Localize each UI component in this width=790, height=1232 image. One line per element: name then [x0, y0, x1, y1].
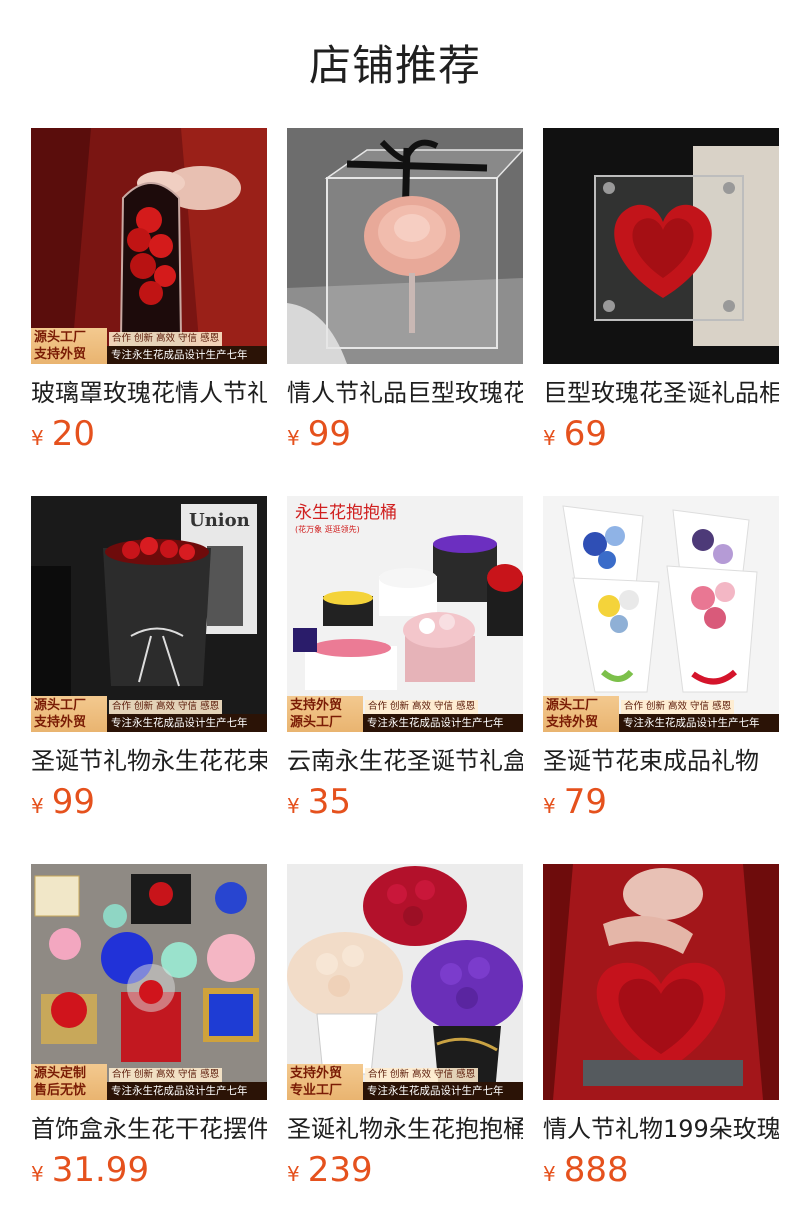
badge-tagline: 合作 创新 高效 守信 感恩 — [109, 332, 223, 346]
badge-line-1: 源头工厂 — [546, 698, 599, 713]
badge-label: 源头工厂 支持外贸 — [31, 696, 107, 732]
heart-rose-box-photo — [543, 864, 779, 1100]
price-amount: 31.99 — [51, 1150, 150, 1190]
product-image[interactable]: 永生花抱抱桶 (花万象 逛逛领先) 支持外贸 源头工厂 合作 创新 高效 守信 … — [287, 496, 523, 732]
currency-symbol: ¥ — [287, 1162, 300, 1186]
product-name[interactable]: 云南永生花圣诞节礼盒 — [287, 744, 523, 778]
product-card[interactable]: 巨型玫瑰花圣诞礼品相框 ¥69 — [543, 128, 779, 454]
rose-acrylic-box-photo — [287, 128, 523, 364]
product-price: ¥99 — [287, 414, 523, 454]
badge-bar-text: 专注永生花成品设计生产七年 — [107, 346, 267, 364]
product-image[interactable]: 支持外贸 专业工厂 合作 创新 高效 守信 感恩 专注永生花成品设计生产七年 — [287, 864, 523, 1100]
product-image[interactable] — [543, 128, 779, 364]
product-image[interactable] — [287, 128, 523, 364]
currency-symbol: ¥ — [543, 1162, 556, 1186]
promo-badge: 支持外贸 专业工厂 合作 创新 高效 守信 感恩 专注永生花成品设计生产七年 — [287, 1064, 523, 1100]
product-card[interactable]: 支持外贸 专业工厂 合作 创新 高效 守信 感恩 专注永生花成品设计生产七年 圣… — [287, 864, 523, 1190]
page-title: 店铺推荐 — [308, 41, 481, 90]
product-image[interactable] — [543, 864, 779, 1100]
promo-badge: 源头工厂 支持外贸 合作 创新 高效 守信 感恩 专注永生花成品设计生产七年 — [31, 696, 267, 732]
price-amount: 20 — [51, 414, 95, 454]
currency-symbol: ¥ — [287, 426, 300, 450]
badge-tagline: 合作 创新 高效 守信 感恩 — [365, 1068, 479, 1082]
heart-rose-frame-photo — [543, 128, 779, 364]
bucket-subtitle-text: (花万象 逛逛领先) — [295, 524, 360, 534]
badge-line-1: 源头工厂 — [34, 330, 87, 345]
product-card[interactable]: 永生花抱抱桶 (花万象 逛逛领先) 支持外贸 源头工厂 合作 创新 高效 守信 … — [287, 496, 523, 822]
badge-line-1: 源头工厂 — [34, 698, 87, 713]
product-image[interactable]: 源头工厂 支持外贸 合作 创新 高效 守信 感恩 专注永生花成品设计生产七年 — [543, 496, 779, 732]
product-card[interactable]: 情人节礼物199朵玫瑰 ¥888 — [543, 864, 779, 1190]
badge-bar-text: 专注永生花成品设计生产七年 — [363, 1082, 523, 1100]
product-card[interactable]: 情人节礼品巨型玫瑰花 ¥99 — [287, 128, 523, 454]
product-image[interactable]: Union 源头工厂 支持外贸 合作 创新 高效 守信 感恩 专注永生花成品设计… — [31, 496, 267, 732]
product-price: ¥69 — [543, 414, 779, 454]
badge-bar-text: 专注永生花成品设计生产七年 — [619, 714, 779, 732]
currency-symbol: ¥ — [31, 426, 44, 450]
currency-symbol: ¥ — [31, 1162, 44, 1186]
product-name[interactable]: 巨型玫瑰花圣诞礼品相框 — [543, 376, 779, 410]
currency-symbol: ¥ — [543, 426, 556, 450]
product-grid: 源头工厂 支持外贸 合作 创新 高效 守信 感恩 专注永生花成品设计生产七年 玻… — [31, 128, 779, 1190]
badge-line-2: 支持外贸 — [34, 347, 87, 362]
price-amount: 99 — [307, 414, 351, 454]
product-name[interactable]: 首饰盒永生花干花摆件 — [31, 1112, 267, 1146]
currency-symbol: ¥ — [287, 794, 300, 818]
price-amount: 79 — [563, 782, 607, 822]
price-amount: 35 — [307, 782, 351, 822]
badge-label: 源头工厂 支持外贸 — [543, 696, 619, 732]
product-name[interactable]: 圣诞节礼物永生花花束 — [31, 744, 267, 778]
promo-badge: 源头工厂 支持外贸 合作 创新 高效 守信 感恩 专注永生花成品设计生产七年 — [543, 696, 779, 732]
product-card[interactable]: 源头工厂 支持外贸 合作 创新 高效 守信 感恩 专注永生花成品设计生产七年 圣… — [543, 496, 779, 822]
currency-symbol: ¥ — [31, 794, 44, 818]
product-name[interactable]: 玻璃罩玫瑰花情人节礼物 — [31, 376, 267, 410]
badge-line-2: 源头工厂 — [290, 715, 343, 730]
price-amount: 888 — [563, 1150, 629, 1190]
product-price: ¥99 — [31, 782, 267, 822]
product-price: ¥35 — [287, 782, 523, 822]
product-name[interactable]: 情人节礼品巨型玫瑰花 — [287, 376, 523, 410]
badge-line-1: 源头定制 — [34, 1066, 87, 1081]
badge-line-2: 售后无忧 — [34, 1083, 87, 1098]
product-name[interactable]: 圣诞礼物永生花抱抱桶 — [287, 1112, 523, 1146]
badge-line-2: 支持外贸 — [546, 715, 599, 730]
price-amount: 239 — [307, 1150, 373, 1190]
badge-bar-text: 专注永生花成品设计生产七年 — [107, 1082, 267, 1100]
union-sign-text: Union — [189, 510, 250, 531]
badge-line-1: 支持外贸 — [290, 698, 343, 713]
product-card[interactable]: 源头工厂 支持外贸 合作 创新 高效 守信 感恩 专注永生花成品设计生产七年 玻… — [31, 128, 267, 454]
badge-line-1: 支持外贸 — [290, 1066, 343, 1081]
product-name[interactable]: 情人节礼物199朵玫瑰 — [543, 1112, 779, 1146]
badge-line-2: 支持外贸 — [34, 715, 87, 730]
badge-bar-text: 专注永生花成品设计生产七年 — [107, 714, 267, 732]
badge-tagline: 合作 创新 高效 守信 感恩 — [109, 1068, 223, 1082]
product-image[interactable]: 源头工厂 支持外贸 合作 创新 高效 守信 感恩 专注永生花成品设计生产七年 — [31, 128, 267, 364]
bucket-title-text: 永生花抱抱桶 — [295, 503, 397, 523]
product-price: ¥20 — [31, 414, 267, 454]
product-price: ¥79 — [543, 782, 779, 822]
product-card[interactable]: Union 源头工厂 支持外贸 合作 创新 高效 守信 感恩 专注永生花成品设计… — [31, 496, 267, 822]
badge-tagline: 合作 创新 高效 守信 感恩 — [109, 700, 223, 714]
badge-line-2: 专业工厂 — [290, 1083, 343, 1098]
product-name[interactable]: 圣诞节花束成品礼物 — [543, 744, 779, 778]
badge-bar-text: 专注永生花成品设计生产七年 — [363, 714, 523, 732]
shop-recommendations-page: 店铺推荐 源头工厂 支持外贸 合作 创新 高效 守信 感恩 专注永生花成品设计生… — [0, 0, 790, 1232]
product-card[interactable]: 源头定制 售后无忧 合作 创新 高效 守信 感恩 专注永生花成品设计生产七年 首… — [31, 864, 267, 1190]
price-amount: 69 — [563, 414, 607, 454]
badge-label: 源头工厂 支持外贸 — [31, 328, 107, 364]
badge-label: 源头定制 售后无忧 — [31, 1064, 107, 1100]
product-image[interactable]: 源头定制 售后无忧 合作 创新 高效 守信 感恩 专注永生花成品设计生产七年 — [31, 864, 267, 1100]
promo-badge: 源头定制 售后无忧 合作 创新 高效 守信 感恩 专注永生花成品设计生产七年 — [31, 1064, 267, 1100]
badge-tagline: 合作 创新 高效 守信 感恩 — [621, 700, 735, 714]
product-price: ¥31.99 — [31, 1150, 267, 1190]
price-amount: 99 — [51, 782, 95, 822]
product-price: ¥239 — [287, 1150, 523, 1190]
promo-badge: 源头工厂 支持外贸 合作 创新 高效 守信 感恩 专注永生花成品设计生产七年 — [31, 328, 267, 364]
currency-symbol: ¥ — [543, 794, 556, 818]
product-price: ¥888 — [543, 1150, 779, 1190]
promo-badge: 支持外贸 源头工厂 合作 创新 高效 守信 感恩 专注永生花成品设计生产七年 — [287, 696, 523, 732]
badge-label: 支持外贸 专业工厂 — [287, 1064, 363, 1100]
badge-tagline: 合作 创新 高效 守信 感恩 — [365, 700, 479, 714]
badge-label: 支持外贸 源头工厂 — [287, 696, 363, 732]
